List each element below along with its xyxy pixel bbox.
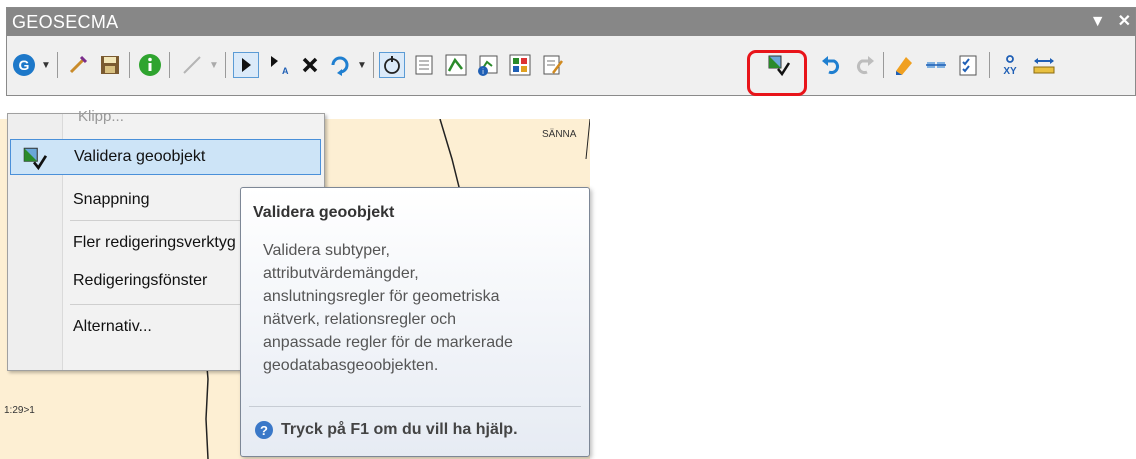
attributes-icon[interactable] [411,52,437,78]
validate-features-tooltip: Validera geoobjekt Validera subtyper, at… [240,187,590,457]
svg-text:G: G [19,57,30,73]
tooltip-line: Validera subtyper, [263,242,390,259]
menu-item-label: Snappning [73,191,150,208]
menu-item-label: Validera geoobjekt [74,148,206,165]
tooltip-divider [249,406,581,407]
tooltip-line: nätverk, relationsregler och [263,311,456,328]
menu-item-label: Alternativ... [73,318,152,335]
edit-tool-icon[interactable] [233,52,259,78]
toolbar-options-icon[interactable]: ▼ [1090,8,1106,36]
snapping-icon[interactable] [923,52,949,78]
edit-pencil-icon[interactable] [65,52,91,78]
edit-vertices-icon[interactable] [443,52,469,78]
tooltip-line: anpassade regler för de markerade [263,334,513,351]
tooltip-title: Validera geoobjekt [253,204,395,221]
rotate-dropdown-icon[interactable]: ▼ [357,60,367,71]
geosecma-dropdown-icon[interactable]: ▼ [41,60,51,71]
organize-templates-icon[interactable] [507,52,533,78]
measure-icon[interactable] [1031,52,1057,78]
map-place-label: SÄNNA [542,129,577,140]
menu-item-partial[interactable]: Klipp... [78,108,124,125]
save-edits-icon[interactable] [97,52,123,78]
validate-features-highlight [747,50,807,96]
toolbar-separator [373,52,374,78]
geosecma-menu-icon[interactable]: G [11,52,37,78]
tooltip-help-text: Tryck på F1 om du vill ha hjälp. [281,421,518,438]
svg-text:A: A [282,66,289,76]
edit-attributes-icon[interactable] [539,52,565,78]
delete-icon[interactable] [297,52,323,78]
undo-icon[interactable] [819,52,845,78]
info-icon[interactable] [137,52,163,78]
toolbar-title: GEOSECMA [12,12,119,32]
menu-item-label: Redigeringsfönster [73,272,208,289]
highlight-edit-icon[interactable] [891,52,917,78]
svg-text:XY: XY [1003,66,1017,77]
tooltip-help: ? Tryck på F1 om du vill ha hjälp. [255,421,518,439]
line-tool-icon[interactable] [179,52,205,78]
help-icon: ? [255,421,273,439]
toolbar-row: G ▼ ▼ A ▼ i XY [7,40,1135,96]
menu-item-validate-features[interactable]: Validera geoobjekt [10,139,321,175]
toolbar-separator [883,52,884,78]
close-icon[interactable]: ✕ [1118,8,1131,36]
menu-item-label: Fler redigeringsverktyg [73,234,236,251]
line-tool-dropdown-icon[interactable]: ▼ [209,60,219,71]
toolbar-separator [129,52,130,78]
tooltip-body: Validera subtyper, attributvärdemängder,… [263,239,583,377]
tooltip-line: geodatabasgeoobjekten. [263,357,439,374]
annotation-edit-icon[interactable]: A [265,52,291,78]
topology-icon[interactable] [379,52,405,78]
toolbar-separator [225,52,226,78]
toolbar-separator [57,52,58,78]
rotate-icon[interactable] [327,52,353,78]
sketch-properties-icon[interactable]: i [475,52,501,78]
toolbar-titlebar[interactable]: GEOSECMA ▼ ✕ [7,8,1135,36]
toolbar-separator [169,52,170,78]
tooltip-line: anslutningsregler för geometriska [263,288,500,305]
toolbar-separator [989,52,990,78]
redo-icon[interactable] [851,52,877,78]
xy-coordinate-icon[interactable]: XY [997,52,1023,78]
geosecma-toolbar: GEOSECMA ▼ ✕ G ▼ ▼ A ▼ i XY [6,7,1136,96]
checklist-icon[interactable] [955,52,981,78]
map-scale-label: 1:29>1 [4,405,35,416]
tooltip-line: attributvärdemängder, [263,265,419,282]
validate-features-icon [23,147,47,171]
